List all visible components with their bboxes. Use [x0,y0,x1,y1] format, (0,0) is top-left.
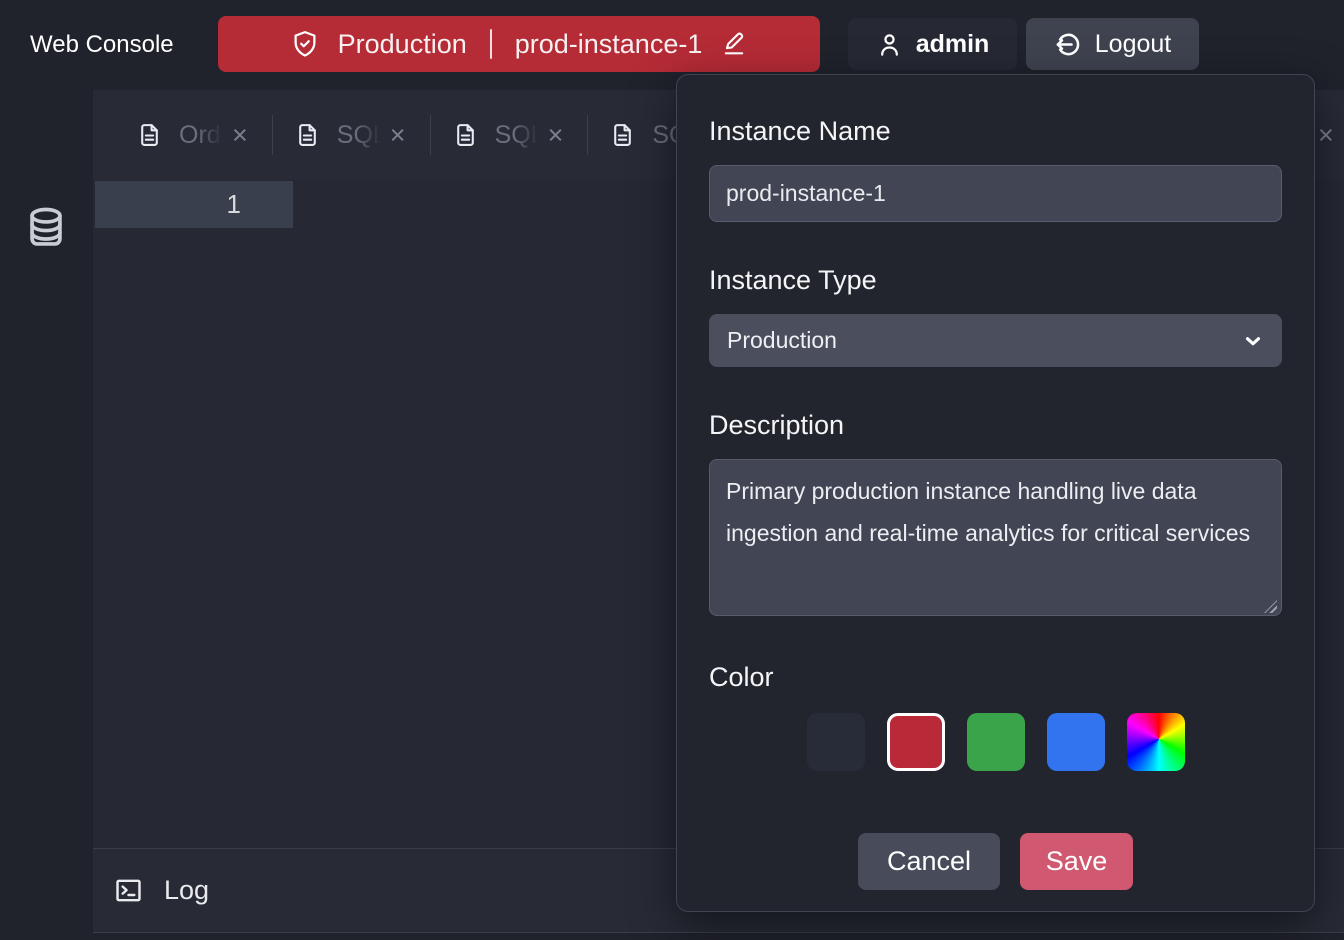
instance-type-value: Production [727,327,837,354]
shield-check-icon [290,29,320,59]
web-console-screen: Web Console Production prod-instance-1 [0,0,1344,940]
active-line-gutter[interactable]: 1 [95,181,293,228]
logout-button[interactable]: Logout [1026,18,1199,70]
color-swatch-red[interactable] [887,713,945,771]
instance-name-field-label: Instance Name [709,113,1282,149]
badge-separator [490,29,492,59]
tab-divider [272,115,273,155]
tab-label: SQL [337,121,383,150]
bottom-strip [93,933,1344,940]
app-title: Web Console [30,0,174,90]
instance-settings-modal: Instance Name Instance Type Production D… [676,74,1315,912]
user-pill: admin [848,18,1017,70]
tab-close-icon[interactable]: × [388,122,408,149]
file-icon [610,121,635,149]
cancel-button[interactable]: Cancel [858,833,1000,890]
terminal-icon [113,875,144,906]
description-textarea[interactable]: Primary production instance handling liv… [709,459,1282,616]
line-number: 1 [227,189,241,220]
edit-pencil-icon[interactable] [720,30,748,58]
sidebar [0,90,93,940]
tab-3[interactable]: SQL × [453,121,566,150]
instance-name-input[interactable] [709,165,1282,222]
logout-label: Logout [1095,30,1171,59]
tab-2[interactable]: SQL × [295,121,408,150]
save-button[interactable]: Save [1020,833,1133,890]
tab-1[interactable]: Ord × [137,121,250,150]
color-field-label: Color [709,659,1282,695]
file-icon [295,121,320,149]
instance-type-select[interactable]: Production [709,314,1282,367]
color-swatch-default[interactable] [807,713,865,771]
environment-label: Production [338,29,467,60]
tab-close-icon-overflow[interactable]: × [1318,90,1334,180]
tab-divider [430,115,431,155]
user-icon [876,31,903,58]
color-swatch-rainbow[interactable] [1127,713,1185,771]
instance-type-field-label: Instance Type [709,262,1282,298]
color-swatch-blue[interactable] [1047,713,1105,771]
instance-name-label: prod-instance-1 [515,29,703,60]
tab-close-icon[interactable]: × [230,122,250,149]
username: admin [916,30,990,59]
tab-divider [587,115,588,155]
instance-badge[interactable]: Production prod-instance-1 [218,16,820,72]
logout-icon [1054,30,1083,59]
tab-label: SQL [495,121,541,150]
database-icon[interactable] [24,204,68,252]
log-label: Log [164,875,209,906]
tab-label: Ord [179,121,225,150]
tab-close-icon[interactable]: × [546,122,566,149]
file-icon [137,121,162,149]
description-field-label: Description [709,407,1282,443]
chevron-down-icon [1242,330,1264,352]
color-swatch-green[interactable] [967,713,1025,771]
file-icon [453,121,478,149]
modal-button-row: Cancel Save [709,833,1282,890]
color-swatch-row [709,713,1282,771]
